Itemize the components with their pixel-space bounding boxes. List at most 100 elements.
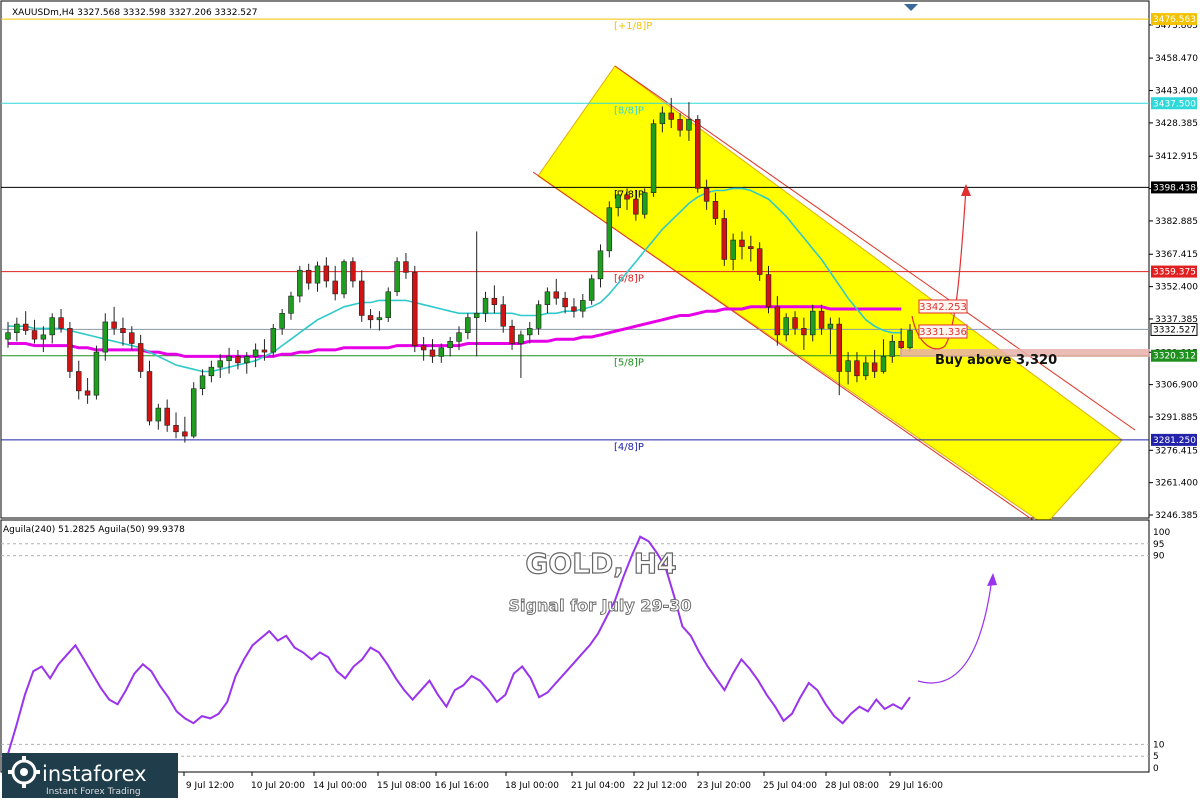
candle-body xyxy=(412,272,418,346)
price-tick-label: 3261.400 xyxy=(1155,479,1198,489)
time-tick-label: 18 Jul 00:00 xyxy=(505,781,559,791)
brand-name: instaforex xyxy=(42,762,147,786)
candlestick xyxy=(341,259,347,299)
candle-body xyxy=(429,349,436,357)
candle-body xyxy=(261,349,268,353)
chart-canvas: [+1/8]P[8/8]P[7/8]P[6/8]P[5/8]P[4/8]P 33… xyxy=(0,0,1200,800)
candle-body xyxy=(332,280,338,295)
candle-body xyxy=(350,261,356,282)
price-tick-label: 3276.415 xyxy=(1155,446,1198,456)
overlay-title: GOLD, H4 xyxy=(525,547,676,580)
candle-body xyxy=(818,310,825,329)
candle-body xyxy=(14,323,20,334)
candle-body xyxy=(633,198,639,215)
candle-body xyxy=(76,371,82,392)
candle-body xyxy=(562,297,568,308)
candle-body xyxy=(376,317,383,321)
level-price-tag-label: 3359.375 xyxy=(1153,268,1196,278)
candle-body xyxy=(677,119,683,131)
time-tick-label: 23 Jul 20:00 xyxy=(697,781,751,791)
candle-body xyxy=(217,360,223,368)
candlestick xyxy=(270,324,277,357)
candle-body xyxy=(31,330,38,340)
indicator-tick-label: 5 xyxy=(1153,752,1159,762)
time-tick-label: 10 Jul 20:00 xyxy=(251,781,305,791)
candle-body xyxy=(129,332,135,344)
candlestick xyxy=(412,265,418,353)
candle-body xyxy=(783,317,789,336)
candle-body xyxy=(827,323,834,329)
time-tick-label: 9 Jul 12:00 xyxy=(186,781,235,791)
level-price-tag-label: 3476.563 xyxy=(1153,15,1196,25)
candle-body xyxy=(67,328,73,372)
candle-body xyxy=(518,334,524,344)
price-tick-label: 3428.385 xyxy=(1155,119,1198,129)
level-label: [5/8]P xyxy=(614,358,644,369)
level-label: [4/8]P xyxy=(614,442,644,453)
annotation-value-2: 3331.336 xyxy=(919,327,967,338)
symbol-info: XAUUSDm,H4 3327.568 3332.598 3327.206 33… xyxy=(12,8,257,18)
candle-body xyxy=(385,291,391,318)
candle-body xyxy=(491,297,498,305)
indicator-tick-label: 95 xyxy=(1153,540,1164,550)
candle-body xyxy=(473,313,480,318)
price-tick-label: 3291.885 xyxy=(1155,413,1198,423)
candle-body xyxy=(695,119,701,189)
candle-body xyxy=(146,371,153,422)
candle-body xyxy=(58,317,64,329)
candle-body xyxy=(668,112,674,120)
candle-body xyxy=(880,356,887,372)
candle-body xyxy=(836,323,842,372)
candle-body xyxy=(297,269,303,297)
candlestick xyxy=(695,115,701,193)
candle-body xyxy=(199,375,206,390)
candle-body xyxy=(182,431,188,437)
time-tick-label: 21 Jul 04:00 xyxy=(571,781,625,791)
candle-body xyxy=(756,248,763,275)
candle-body xyxy=(367,315,374,321)
time-tick-label: 15 Jul 08:00 xyxy=(377,781,431,791)
level-price-tag-label: 3398.438 xyxy=(1153,183,1196,193)
candle-body xyxy=(871,362,878,372)
candlestick xyxy=(606,201,613,258)
candle-body xyxy=(465,317,471,334)
candle-body xyxy=(889,341,896,357)
candle-body xyxy=(765,274,772,308)
time-tick-label: 29 Jul 16:00 xyxy=(889,781,943,791)
time-tick-label: 28 Jul 08:00 xyxy=(825,781,879,791)
brand-logo: instaforex Instant Forex Trading xyxy=(2,753,178,798)
level-price-tag-label: 3437.500 xyxy=(1153,99,1196,109)
candle-body xyxy=(305,269,312,284)
candlestick xyxy=(190,382,197,439)
candle-body xyxy=(438,347,445,357)
candle-body xyxy=(323,265,330,282)
candle-body xyxy=(102,321,109,353)
annotation-value-1: 3342.253 xyxy=(919,302,967,313)
overlay-subtitle: Signal for July 29-30 xyxy=(508,596,691,615)
candle-body xyxy=(84,390,91,396)
indicator-tick-label: 100 xyxy=(1153,528,1170,538)
candlestick xyxy=(721,209,728,266)
price-tick-label: 3412.915 xyxy=(1155,152,1198,162)
time-tick-label: 25 Jul 04:00 xyxy=(763,781,817,791)
candle-body xyxy=(120,328,126,334)
candle-body xyxy=(580,300,586,312)
level-price-tag-label: 3320.312 xyxy=(1153,352,1196,362)
time-tick-label: 16 Jul 16:00 xyxy=(435,781,489,791)
time-tick-label: 14 Jul 00:00 xyxy=(313,781,367,791)
buy-note: Buy above 3,320 xyxy=(935,353,1057,368)
candle-body xyxy=(111,321,117,329)
candle-body xyxy=(500,304,506,327)
candle-body xyxy=(40,334,47,340)
candle-body xyxy=(358,280,365,316)
candle-body xyxy=(863,362,869,377)
candle-body xyxy=(208,366,215,377)
candle-body xyxy=(137,343,144,372)
candle-body xyxy=(721,218,728,260)
candle-body xyxy=(907,330,913,349)
candle-body xyxy=(809,310,816,336)
candle-body xyxy=(456,332,462,342)
candlestick xyxy=(67,321,73,378)
candle-body xyxy=(571,306,577,312)
candle-body xyxy=(394,261,400,293)
